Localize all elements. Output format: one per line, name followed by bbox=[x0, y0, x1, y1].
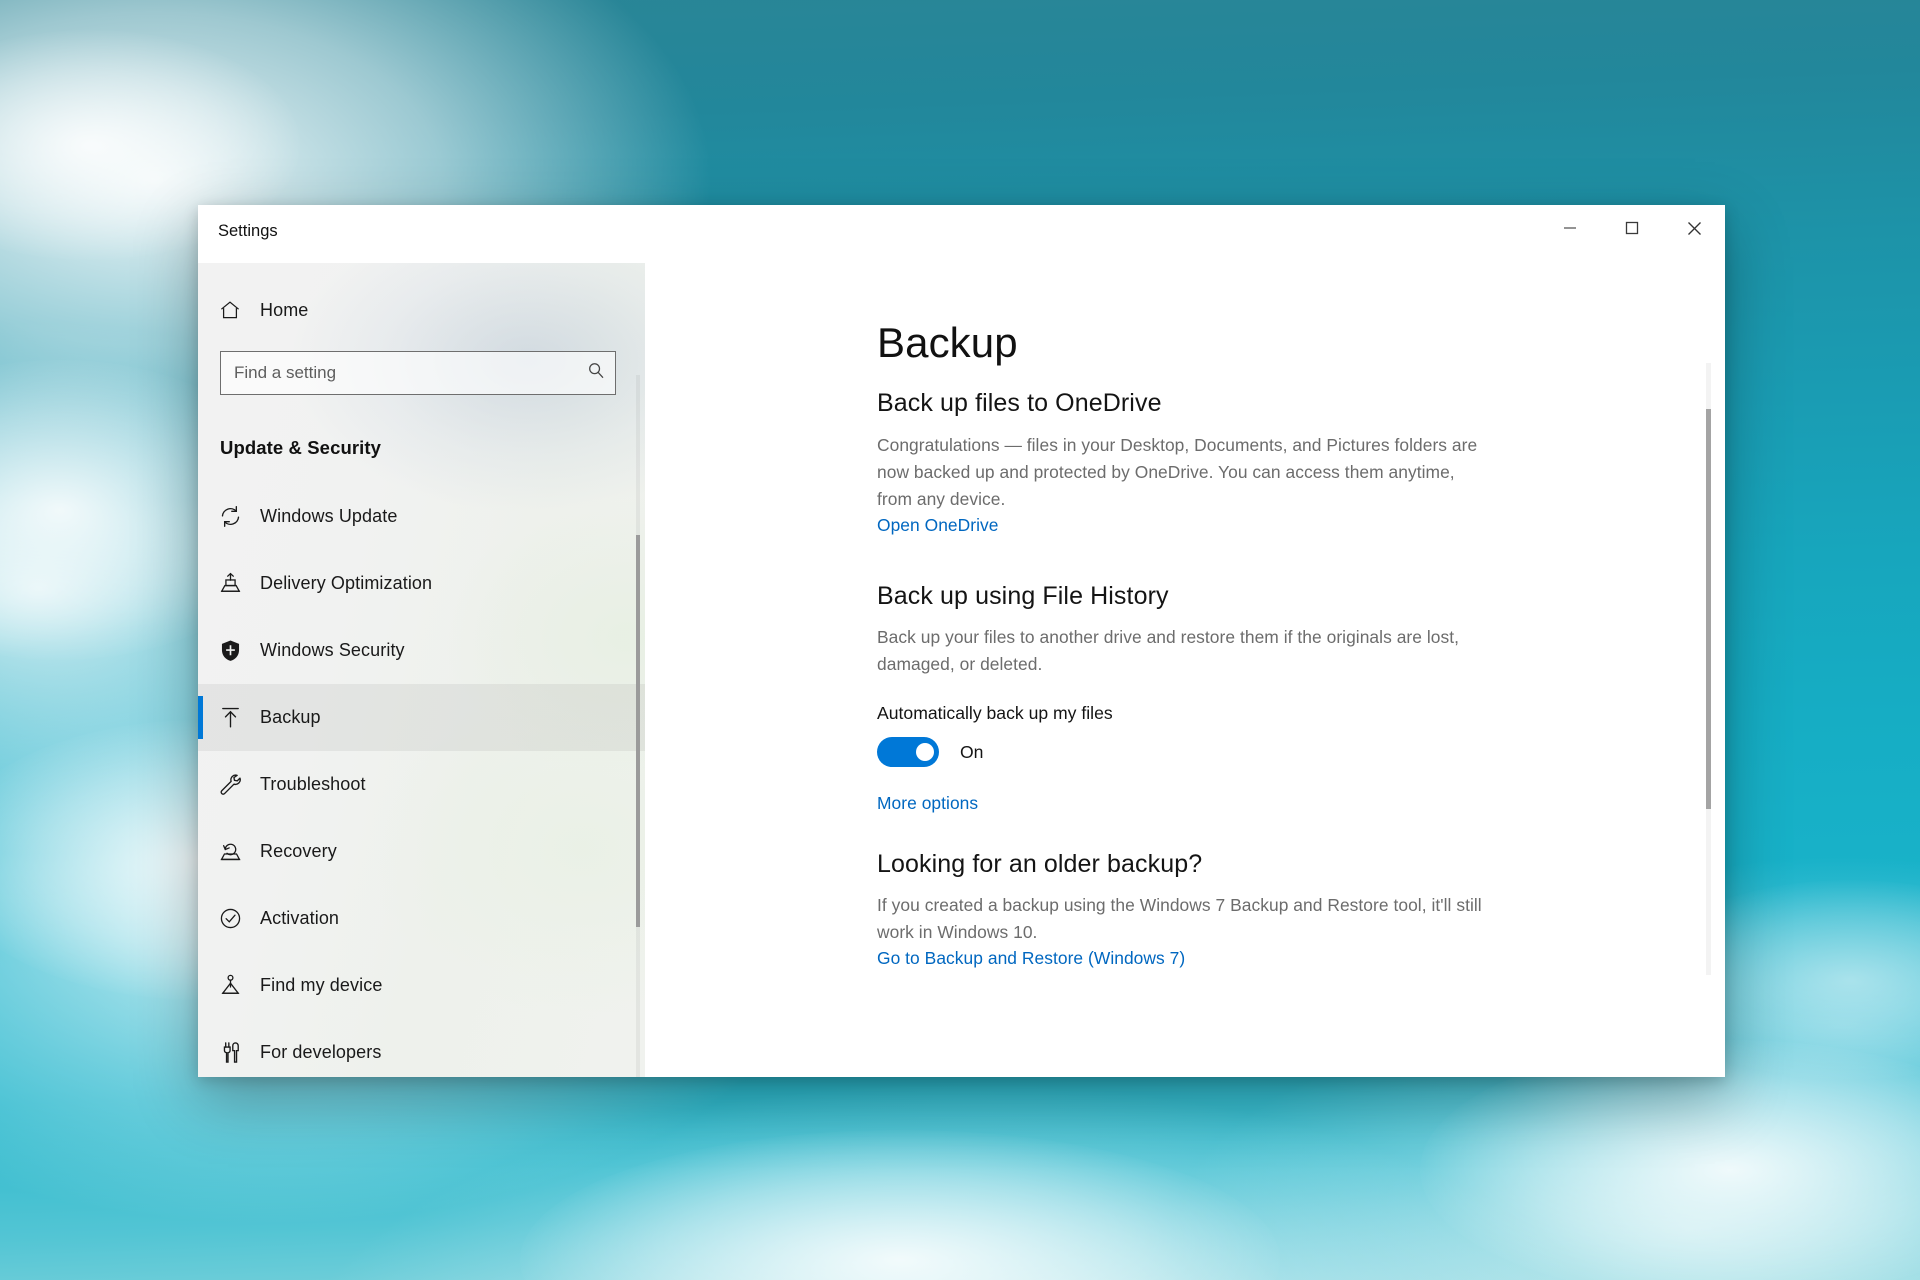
content-scrollbar-thumb[interactable] bbox=[1706, 409, 1711, 809]
sidebar-section-title: Update & Security bbox=[220, 437, 382, 458]
wrench-icon bbox=[218, 772, 260, 797]
file-history-heading: Back up using File History bbox=[877, 582, 1169, 611]
sidebar-item-label: Delivery Optimization bbox=[260, 573, 433, 593]
maximize-icon bbox=[1625, 221, 1639, 235]
location-pin-icon bbox=[218, 973, 260, 998]
page-title: Backup bbox=[877, 319, 1018, 366]
minimize-button[interactable] bbox=[1539, 205, 1601, 251]
sidebar-item-home[interactable]: Home bbox=[198, 283, 645, 337]
sidebar-scroll-area: Home Update & Security bbox=[198, 263, 645, 1077]
sidebar-scrollbar[interactable] bbox=[636, 375, 640, 1077]
sidebar-item-label: Windows Security bbox=[260, 640, 405, 660]
file-history-description: Back up your files to another drive and … bbox=[877, 627, 1460, 675]
file-history-section: Back up using File History Back up your … bbox=[877, 582, 1517, 814]
search-input[interactable] bbox=[220, 351, 616, 395]
search-box[interactable] bbox=[220, 351, 616, 395]
content-inner: Backup Back up files to OneDrive Congrat… bbox=[877, 263, 1517, 969]
open-onedrive-link[interactable]: Open OneDrive bbox=[877, 515, 998, 536]
recovery-icon bbox=[218, 839, 260, 864]
sync-icon bbox=[218, 504, 260, 529]
window-controls bbox=[1539, 205, 1725, 251]
sidebar-item-label: Windows Update bbox=[260, 506, 398, 526]
main-content: Backup Back up files to OneDrive Congrat… bbox=[645, 263, 1725, 1077]
window-body: Home Update & Security bbox=[198, 263, 1725, 1077]
window-titlebar[interactable]: Settings bbox=[198, 205, 1725, 263]
sidebar-item-label: Activation bbox=[260, 908, 340, 928]
maximize-button[interactable] bbox=[1601, 205, 1663, 251]
sidebar-nav-list: Windows Update Delivery Optimization Win… bbox=[198, 483, 645, 1077]
backup-arrow-icon bbox=[218, 705, 260, 730]
more-options-link[interactable]: More options bbox=[877, 793, 978, 814]
close-icon bbox=[1687, 221, 1701, 235]
older-backup-section: Looking for an older backup? If you crea… bbox=[877, 850, 1517, 969]
older-backup-description: If you created a backup using the Window… bbox=[877, 895, 1482, 943]
shield-icon bbox=[218, 638, 260, 663]
content-scrollbar[interactable] bbox=[1706, 363, 1711, 975]
sidebar-item-find-my-device[interactable]: Find my device bbox=[198, 952, 645, 1019]
sidebar-item-backup[interactable]: Backup bbox=[198, 684, 645, 751]
window-title: Settings bbox=[218, 222, 278, 240]
sidebar-item-label: Backup bbox=[260, 707, 321, 727]
backup-and-restore-link[interactable]: Go to Backup and Restore (Windows 7) bbox=[877, 948, 1185, 969]
toggle-knob bbox=[916, 743, 934, 762]
sidebar-item-label: Recovery bbox=[260, 841, 337, 861]
sidebar-item-delivery-optimization[interactable]: Delivery Optimization bbox=[198, 550, 645, 617]
sidebar-scrollbar-thumb[interactable] bbox=[636, 535, 640, 927]
sidebar-item-label: Find my device bbox=[260, 975, 383, 995]
close-button[interactable] bbox=[1663, 205, 1725, 251]
onedrive-heading: Back up files to OneDrive bbox=[877, 389, 1162, 418]
auto-backup-label: Automatically back up my files bbox=[877, 703, 1113, 724]
sidebar-item-for-developers[interactable]: For developers bbox=[198, 1019, 645, 1077]
sidebar-item-activation[interactable]: Activation bbox=[198, 885, 645, 952]
check-circle-icon bbox=[218, 906, 260, 931]
dev-tools-icon bbox=[218, 1040, 260, 1065]
sidebar-item-label: For developers bbox=[260, 1042, 382, 1062]
sidebar-item-label: Home bbox=[260, 299, 309, 320]
home-icon bbox=[218, 298, 260, 322]
onedrive-section: Back up files to OneDrive Congratulation… bbox=[877, 389, 1517, 536]
toggle-state-label: On bbox=[960, 741, 984, 762]
cloud-decoration bbox=[520, 1130, 1280, 1280]
upload-box-icon bbox=[218, 571, 260, 596]
onedrive-description: Congratulations — files in your Desktop,… bbox=[877, 435, 1478, 510]
sidebar-item-windows-update[interactable]: Windows Update bbox=[198, 483, 645, 550]
sidebar-item-recovery[interactable]: Recovery bbox=[198, 818, 645, 885]
auto-backup-toggle[interactable] bbox=[877, 737, 939, 768]
sidebar: Home Update & Security bbox=[198, 263, 645, 1077]
minimize-icon bbox=[1564, 227, 1576, 229]
sidebar-item-label: Troubleshoot bbox=[260, 774, 366, 794]
sidebar-item-troubleshoot[interactable]: Troubleshoot bbox=[198, 751, 645, 818]
older-backup-heading: Looking for an older backup? bbox=[877, 850, 1203, 879]
desktop-wallpaper: Settings Home Find a setting Update & Se… bbox=[0, 0, 1920, 1280]
settings-window: Settings Home Find a setting Update & Se… bbox=[198, 205, 1725, 1077]
sidebar-item-windows-security[interactable]: Windows Security bbox=[198, 617, 645, 684]
auto-backup-toggle-row: On bbox=[877, 737, 1517, 768]
